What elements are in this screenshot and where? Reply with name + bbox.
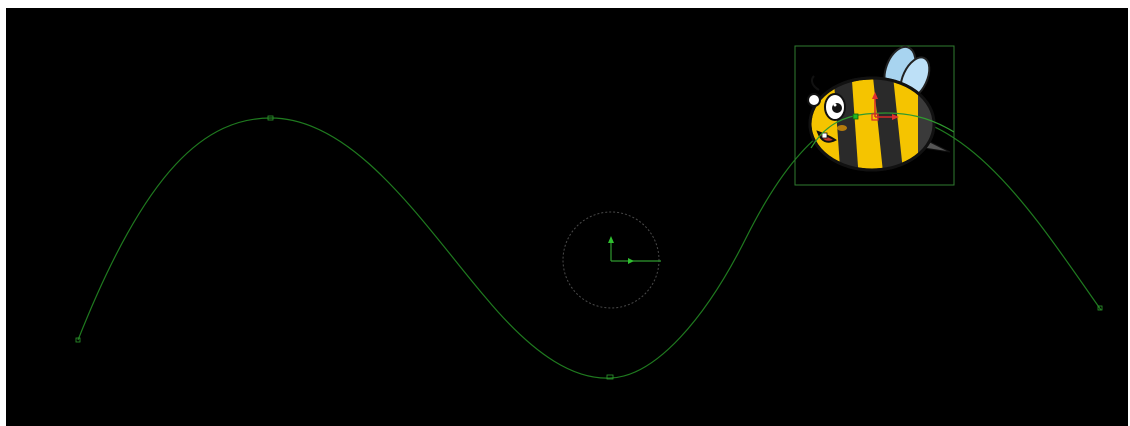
motion-path[interactable] <box>77 112 1102 379</box>
anchor-x-arrow <box>628 258 634 264</box>
viewer-canvas[interactable] <box>6 8 1128 426</box>
viewer-svg[interactable] <box>6 8 1128 426</box>
anchor-widget[interactable] <box>562 211 661 309</box>
anchor-y-arrow <box>608 236 614 243</box>
bee-antenna <box>810 75 820 91</box>
bee-icon[interactable] <box>807 43 951 189</box>
gizmo-left-handle[interactable] <box>852 113 859 120</box>
